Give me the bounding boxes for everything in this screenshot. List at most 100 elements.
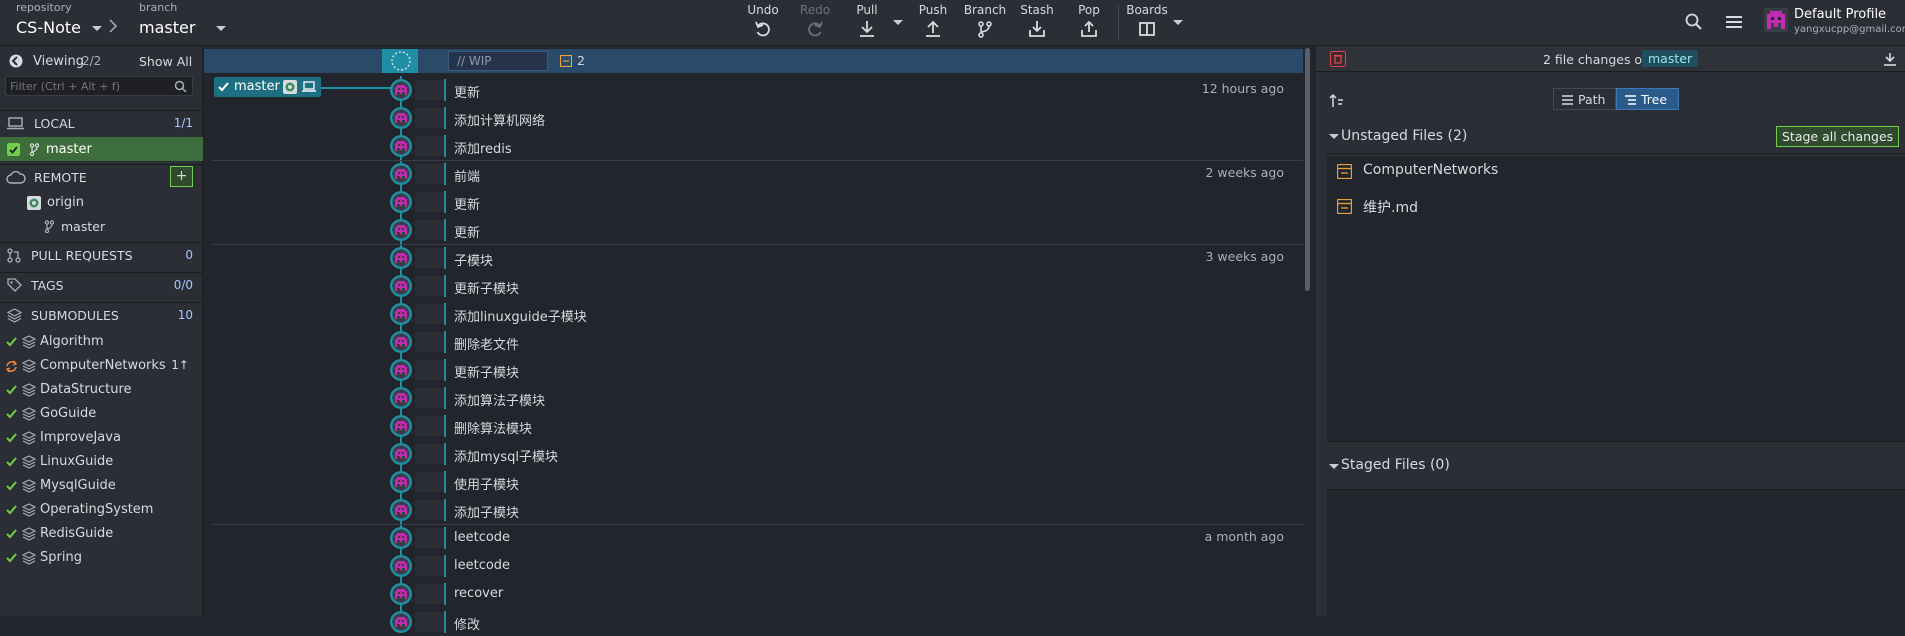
remote-origin[interactable]: origin bbox=[0, 191, 203, 215]
branch-button[interactable]: Branch bbox=[957, 3, 1013, 38]
commit-row[interactable]: leetcode a month ago bbox=[204, 524, 1304, 552]
unstaged-label: Unstaged Files (2) bbox=[1341, 128, 1468, 144]
boards-button[interactable]: Boards bbox=[1119, 3, 1175, 38]
pull-requests-section-header[interactable]: PULL REQUESTS 0 bbox=[0, 242, 203, 266]
wip-summary-field[interactable]: // WIP bbox=[448, 51, 548, 71]
commit-color-bar bbox=[444, 359, 446, 381]
submodule-item[interactable]: ComputerNetworks 1↑ bbox=[0, 354, 203, 378]
submodule-item[interactable]: Algorithm bbox=[0, 330, 203, 354]
back-arrow-icon[interactable] bbox=[9, 54, 23, 68]
add-remote-button[interactable]: + bbox=[170, 166, 193, 187]
commit-row[interactable]: 删除算法模块 bbox=[204, 412, 1304, 440]
remote-label: REMOTE bbox=[34, 170, 87, 185]
commit-avatar-icon bbox=[390, 247, 412, 269]
scrollbar-track[interactable] bbox=[1303, 46, 1312, 616]
viewing-count: 2/2 bbox=[82, 54, 102, 68]
profile-name[interactable]: Default Profile bbox=[1794, 7, 1886, 22]
hamburger-menu-icon[interactable] bbox=[1725, 14, 1743, 30]
scrollbar-thumb[interactable] bbox=[1305, 48, 1310, 291]
commit-message: 更新 bbox=[454, 226, 481, 241]
filter-input[interactable] bbox=[10, 78, 170, 94]
pull-dropdown-icon[interactable] bbox=[893, 20, 903, 25]
stage-all-button[interactable]: Stage all changes bbox=[1776, 126, 1900, 147]
submodule-item[interactable]: OperatingSystem bbox=[0, 498, 203, 522]
unstaged-file-item[interactable]: 维护.md bbox=[1327, 191, 1905, 221]
commit-lane-cell bbox=[415, 444, 443, 464]
commit-avatar-icon bbox=[390, 611, 412, 633]
search-icon[interactable] bbox=[1685, 13, 1703, 31]
branch-name[interactable]: master bbox=[139, 18, 195, 37]
commit-row[interactable]: 更新 12 hours ago bbox=[204, 76, 1304, 104]
commit-row[interactable]: 更新 bbox=[204, 188, 1304, 216]
commit-row[interactable]: 添加linuxguide子模块 bbox=[204, 300, 1304, 328]
collapse-caret-icon[interactable] bbox=[1329, 464, 1339, 469]
collapse-caret-icon[interactable] bbox=[1329, 134, 1339, 139]
boards-dropdown-icon[interactable] bbox=[1173, 20, 1183, 25]
submodule-item[interactable]: LinuxGuide bbox=[0, 450, 203, 474]
laptop-icon bbox=[7, 117, 24, 130]
commit-row[interactable]: 子模块 3 weeks ago bbox=[204, 244, 1304, 272]
cloud-icon bbox=[6, 171, 26, 184]
commit-row[interactable]: leetcode bbox=[204, 552, 1304, 580]
submodule-item[interactable]: ImproveJava bbox=[0, 426, 203, 450]
download-icon[interactable] bbox=[1883, 52, 1897, 66]
staged-section-header[interactable]: Staged Files (0) bbox=[1327, 441, 1905, 490]
pop-button[interactable]: Pop bbox=[1061, 3, 1117, 38]
commit-avatar-icon bbox=[390, 331, 412, 353]
commit-avatar-icon bbox=[390, 219, 412, 241]
commit-row[interactable]: 更新子模块 bbox=[204, 272, 1304, 300]
pull-button[interactable]: Pull bbox=[839, 3, 895, 38]
unstaged-section-header[interactable]: Unstaged Files (2) Stage all changes bbox=[1327, 122, 1905, 154]
commit-row[interactable]: 删除老文件 bbox=[204, 328, 1304, 356]
repo-dropdown-icon[interactable] bbox=[92, 26, 102, 31]
unstaged-file-item[interactable]: ComputerNetworks bbox=[1327, 156, 1905, 186]
filter-field[interactable] bbox=[5, 76, 193, 96]
commit-row[interactable]: 前端 2 weeks ago bbox=[204, 160, 1304, 188]
commit-row[interactable]: recover bbox=[204, 580, 1304, 608]
submodule-item[interactable]: Spring bbox=[0, 546, 203, 570]
profile-avatar-icon[interactable] bbox=[1764, 8, 1788, 32]
local-section-header[interactable]: LOCAL 1/1 bbox=[0, 110, 203, 134]
remote-branch-master[interactable]: master bbox=[0, 215, 203, 239]
redo-button[interactable]: Redo bbox=[787, 3, 843, 38]
remote-section-header[interactable]: REMOTE + bbox=[0, 164, 203, 188]
commit-row[interactable]: 添加mysql子模块 bbox=[204, 440, 1304, 468]
tree-view-button[interactable]: Tree bbox=[1616, 88, 1679, 110]
commit-row[interactable]: 添加计算机网络 bbox=[204, 104, 1304, 132]
submodules-section-header[interactable]: SUBMODULES 10 bbox=[0, 302, 203, 326]
submodule-item[interactable]: DataStructure bbox=[0, 378, 203, 402]
submodule-item[interactable]: RedisGuide bbox=[0, 522, 203, 546]
submodule-item[interactable]: GoGuide bbox=[0, 402, 203, 426]
commit-row[interactable]: 更新 bbox=[204, 216, 1304, 244]
commit-avatar-icon bbox=[390, 303, 412, 325]
commit-row[interactable]: 更新子模块 bbox=[204, 356, 1304, 384]
commit-row[interactable]: 使用子模块 bbox=[204, 468, 1304, 496]
stash-button[interactable]: Stash bbox=[1009, 3, 1065, 38]
commit-row[interactable]: 添加redis bbox=[204, 132, 1304, 160]
commit-row[interactable]: 添加算法子模块 bbox=[204, 384, 1304, 412]
commit-lane-cell bbox=[415, 612, 443, 632]
commit-time: 2 weeks ago bbox=[1205, 165, 1285, 180]
path-label: Path bbox=[1578, 92, 1606, 107]
commit-lane-cell bbox=[415, 136, 443, 156]
wip-row[interactable]: // WIP 2 bbox=[204, 49, 1304, 73]
commit-lane-cell bbox=[415, 528, 443, 548]
path-view-button[interactable]: Path bbox=[1553, 88, 1616, 110]
submodule-item[interactable]: MysqlGuide bbox=[0, 474, 203, 498]
trash-icon[interactable] bbox=[1330, 51, 1346, 67]
push-button[interactable]: Push bbox=[905, 3, 961, 38]
layers-icon bbox=[22, 479, 36, 493]
commit-row[interactable]: 添加子模块 bbox=[204, 496, 1304, 524]
sort-icon[interactable] bbox=[1329, 93, 1345, 109]
show-all-button[interactable]: Show All bbox=[139, 54, 192, 69]
repository-label: repository bbox=[16, 1, 72, 14]
commit-row[interactable]: 修改 bbox=[204, 608, 1304, 636]
wip-placeholder: // WIP bbox=[457, 54, 492, 68]
commit-color-bar bbox=[444, 163, 446, 185]
tags-section-header[interactable]: TAGS 0/0 bbox=[0, 272, 203, 296]
undo-button[interactable]: Undo bbox=[735, 3, 791, 38]
local-branch-master[interactable]: master bbox=[0, 137, 203, 161]
commit-color-bar bbox=[444, 583, 446, 605]
branch-dropdown-icon[interactable] bbox=[216, 26, 226, 31]
repository-name[interactable]: CS-Note bbox=[16, 18, 81, 37]
